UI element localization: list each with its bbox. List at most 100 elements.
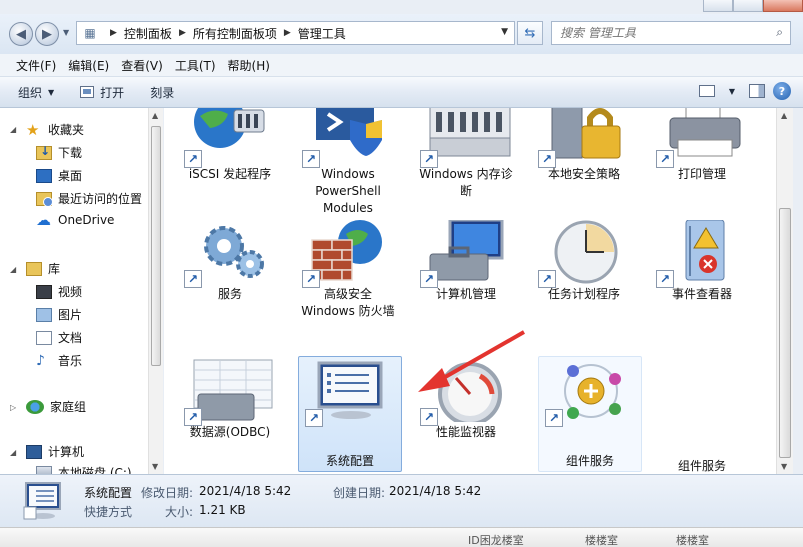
menu-tools[interactable]: 工具(T) [169, 57, 222, 74]
item-iscsi[interactable]: ↗ iSCSI 发起程序 [178, 108, 282, 212]
menu-view[interactable]: 查看(V) [115, 57, 169, 74]
burn-button[interactable]: 刻录 [150, 84, 174, 101]
size-value: 1.21 KB [199, 503, 246, 517]
refresh-button[interactable]: ⇆ [517, 21, 543, 45]
nav-pictures[interactable]: 图片 [36, 306, 82, 323]
scroll-up-icon[interactable]: ▲ [781, 111, 787, 120]
created-label: 创建日期: [333, 486, 386, 500]
scrollbar-thumb[interactable] [779, 208, 791, 458]
annotation-arrow [418, 330, 525, 392]
item-task-scheduler[interactable]: ↗ 任务计划程序 [532, 220, 636, 332]
item-component-services[interactable]: ↗ 组件服务 [538, 356, 642, 472]
change-view-icon[interactable] [699, 85, 715, 97]
breadcrumb-separator[interactable]: ▶ [110, 28, 117, 38]
item-label: 服务 [217, 287, 242, 301]
nav-desktop[interactable]: 桌面 [36, 167, 82, 184]
nav-homegroup[interactable]: 家庭组 [26, 398, 86, 415]
shortcut-arrow-icon: ↗ [305, 409, 323, 427]
breadcrumb-control-panel[interactable]: 控制面板 [124, 25, 172, 42]
nav-label: 本地磁盘 (C:) [58, 466, 132, 474]
collapse-arrow-icon[interactable]: ◢ [10, 125, 16, 134]
item-label: 计算机管理 [435, 287, 496, 301]
breadcrumb-separator[interactable]: ▶ [179, 28, 186, 38]
item-print-management[interactable]: ↗ 打印管理 [650, 108, 754, 212]
expand-arrow-icon[interactable]: ▷ [10, 403, 16, 412]
nav-label: 视频 [58, 285, 83, 299]
nav-local-disk[interactable]: 本地磁盘 (C:) [36, 464, 132, 474]
scroll-down-icon[interactable]: ▼ [152, 462, 158, 471]
item-computer-management[interactable]: ↗ 计算机管理 [414, 220, 518, 332]
collapse-arrow-icon[interactable]: ◢ [10, 265, 16, 274]
item-label: 任务计划程序 [547, 287, 620, 301]
address-bar[interactable]: ▦ ▶ 控制面板 ▶ 所有控制面板项 ▶ 管理工具 ▼ [76, 21, 515, 45]
maximize-button[interactable] [733, 0, 763, 12]
menu-edit[interactable]: 编辑(E) [62, 57, 115, 74]
nav-favorites[interactable]: ★ 收藏夹 [26, 121, 84, 138]
view-options-dropdown[interactable]: ▼ [723, 82, 741, 100]
item-event-viewer[interactable]: ↗ 事件查看器 [650, 220, 754, 332]
item-partial[interactable]: 组件服务 [650, 358, 754, 473]
open-button[interactable]: 打开 [80, 84, 124, 101]
organize-button[interactable]: 组织 ▼ [18, 84, 54, 101]
breadcrumb-admin-tools[interactable]: 管理工具 [298, 25, 346, 42]
organize-label: 组织 [18, 85, 43, 100]
pictures-icon [36, 307, 52, 322]
homegroup-icon [26, 399, 44, 414]
minimize-button[interactable] [703, 0, 733, 12]
close-button[interactable] [763, 0, 803, 12]
nav-label: OneDrive [58, 213, 115, 227]
content-pane: ↗ iSCSI 发起程序 ↗ Windows PowerShell Module… [164, 108, 776, 474]
help-icon[interactable]: ? [773, 82, 791, 100]
back-button[interactable]: ◀ [9, 22, 33, 46]
forward-button[interactable]: ▶ [35, 22, 59, 46]
item-firewall[interactable]: ↗ 高级安全 Windows 防火墙 [296, 220, 400, 332]
item-powershell-modules[interactable]: ↗ Windows PowerShell Modules [296, 108, 400, 215]
breadcrumb-separator[interactable]: ▶ [284, 28, 291, 38]
content-scrollbar[interactable]: ▲ ▼ [776, 108, 793, 474]
strip-text: 楼楼室 [585, 534, 618, 547]
preview-pane-icon[interactable] [749, 84, 765, 98]
item-system-config[interactable]: ↗ 系统配置 [298, 356, 402, 472]
nav-label: 图片 [58, 308, 83, 322]
video-icon [36, 284, 52, 299]
item-label: 数据源(ODBC) [189, 425, 271, 439]
collapse-arrow-icon[interactable]: ◢ [10, 448, 16, 457]
nav-onedrive[interactable]: ☁ OneDrive [36, 213, 115, 228]
nav-videos[interactable]: 视频 [36, 283, 82, 300]
scroll-down-icon[interactable]: ▼ [781, 462, 787, 471]
nav-music[interactable]: ♪ 音乐 [36, 352, 82, 369]
scroll-up-icon[interactable]: ▲ [152, 111, 158, 120]
item-local-security-policy[interactable]: ↗ 本地安全策略 [532, 108, 636, 212]
breadcrumb-all-items[interactable]: 所有控制面板项 [193, 25, 277, 42]
search-icon[interactable]: ⌕ [776, 25, 783, 40]
nav-label: 桌面 [58, 169, 83, 183]
nav-computer[interactable]: 计算机 [26, 443, 84, 460]
details-name: 系统配置 [84, 486, 133, 500]
nav-label: 家庭组 [50, 400, 87, 414]
scrollbar-thumb[interactable] [151, 126, 161, 366]
view-controls: ▼ ? [699, 82, 791, 100]
item-odbc[interactable]: ↗ 数据源(ODBC) [178, 358, 282, 470]
nav-scrollbar[interactable]: ▲ ▼ [148, 108, 163, 474]
item-memory-diagnostic[interactable]: ↗ Windows 内存诊断 [414, 108, 518, 212]
nav-label: 收藏夹 [48, 123, 85, 137]
nav-downloads[interactable]: 下载 [36, 144, 82, 161]
search-input[interactable] [560, 26, 765, 40]
nav-recent[interactable]: 最近访问的位置 [36, 190, 142, 207]
menu-file[interactable]: 文件(F) [10, 57, 62, 74]
item-services[interactable]: ↗ 服务 [178, 220, 282, 332]
nav-documents[interactable]: 文档 [36, 329, 82, 346]
search-box[interactable]: ⌕ [551, 21, 791, 45]
nav-label: 音乐 [58, 354, 83, 368]
strip-text: 楼楼室 [676, 534, 709, 547]
nav-libraries[interactable]: 库 [26, 260, 60, 277]
address-dropdown-icon[interactable]: ▼ [501, 27, 508, 37]
command-bar: 组织 ▼ 打开 刻录 ▼ ? [0, 77, 803, 108]
menu-help[interactable]: 帮助(H) [222, 57, 276, 74]
recent-pages-dropdown[interactable]: ▼ [63, 28, 69, 37]
item-label: iSCSI 发起程序 [188, 167, 272, 181]
window-controls [703, 0, 803, 12]
documents-icon [36, 330, 52, 345]
shortcut-arrow-icon: ↗ [545, 409, 563, 427]
recent-places-icon [36, 191, 53, 207]
